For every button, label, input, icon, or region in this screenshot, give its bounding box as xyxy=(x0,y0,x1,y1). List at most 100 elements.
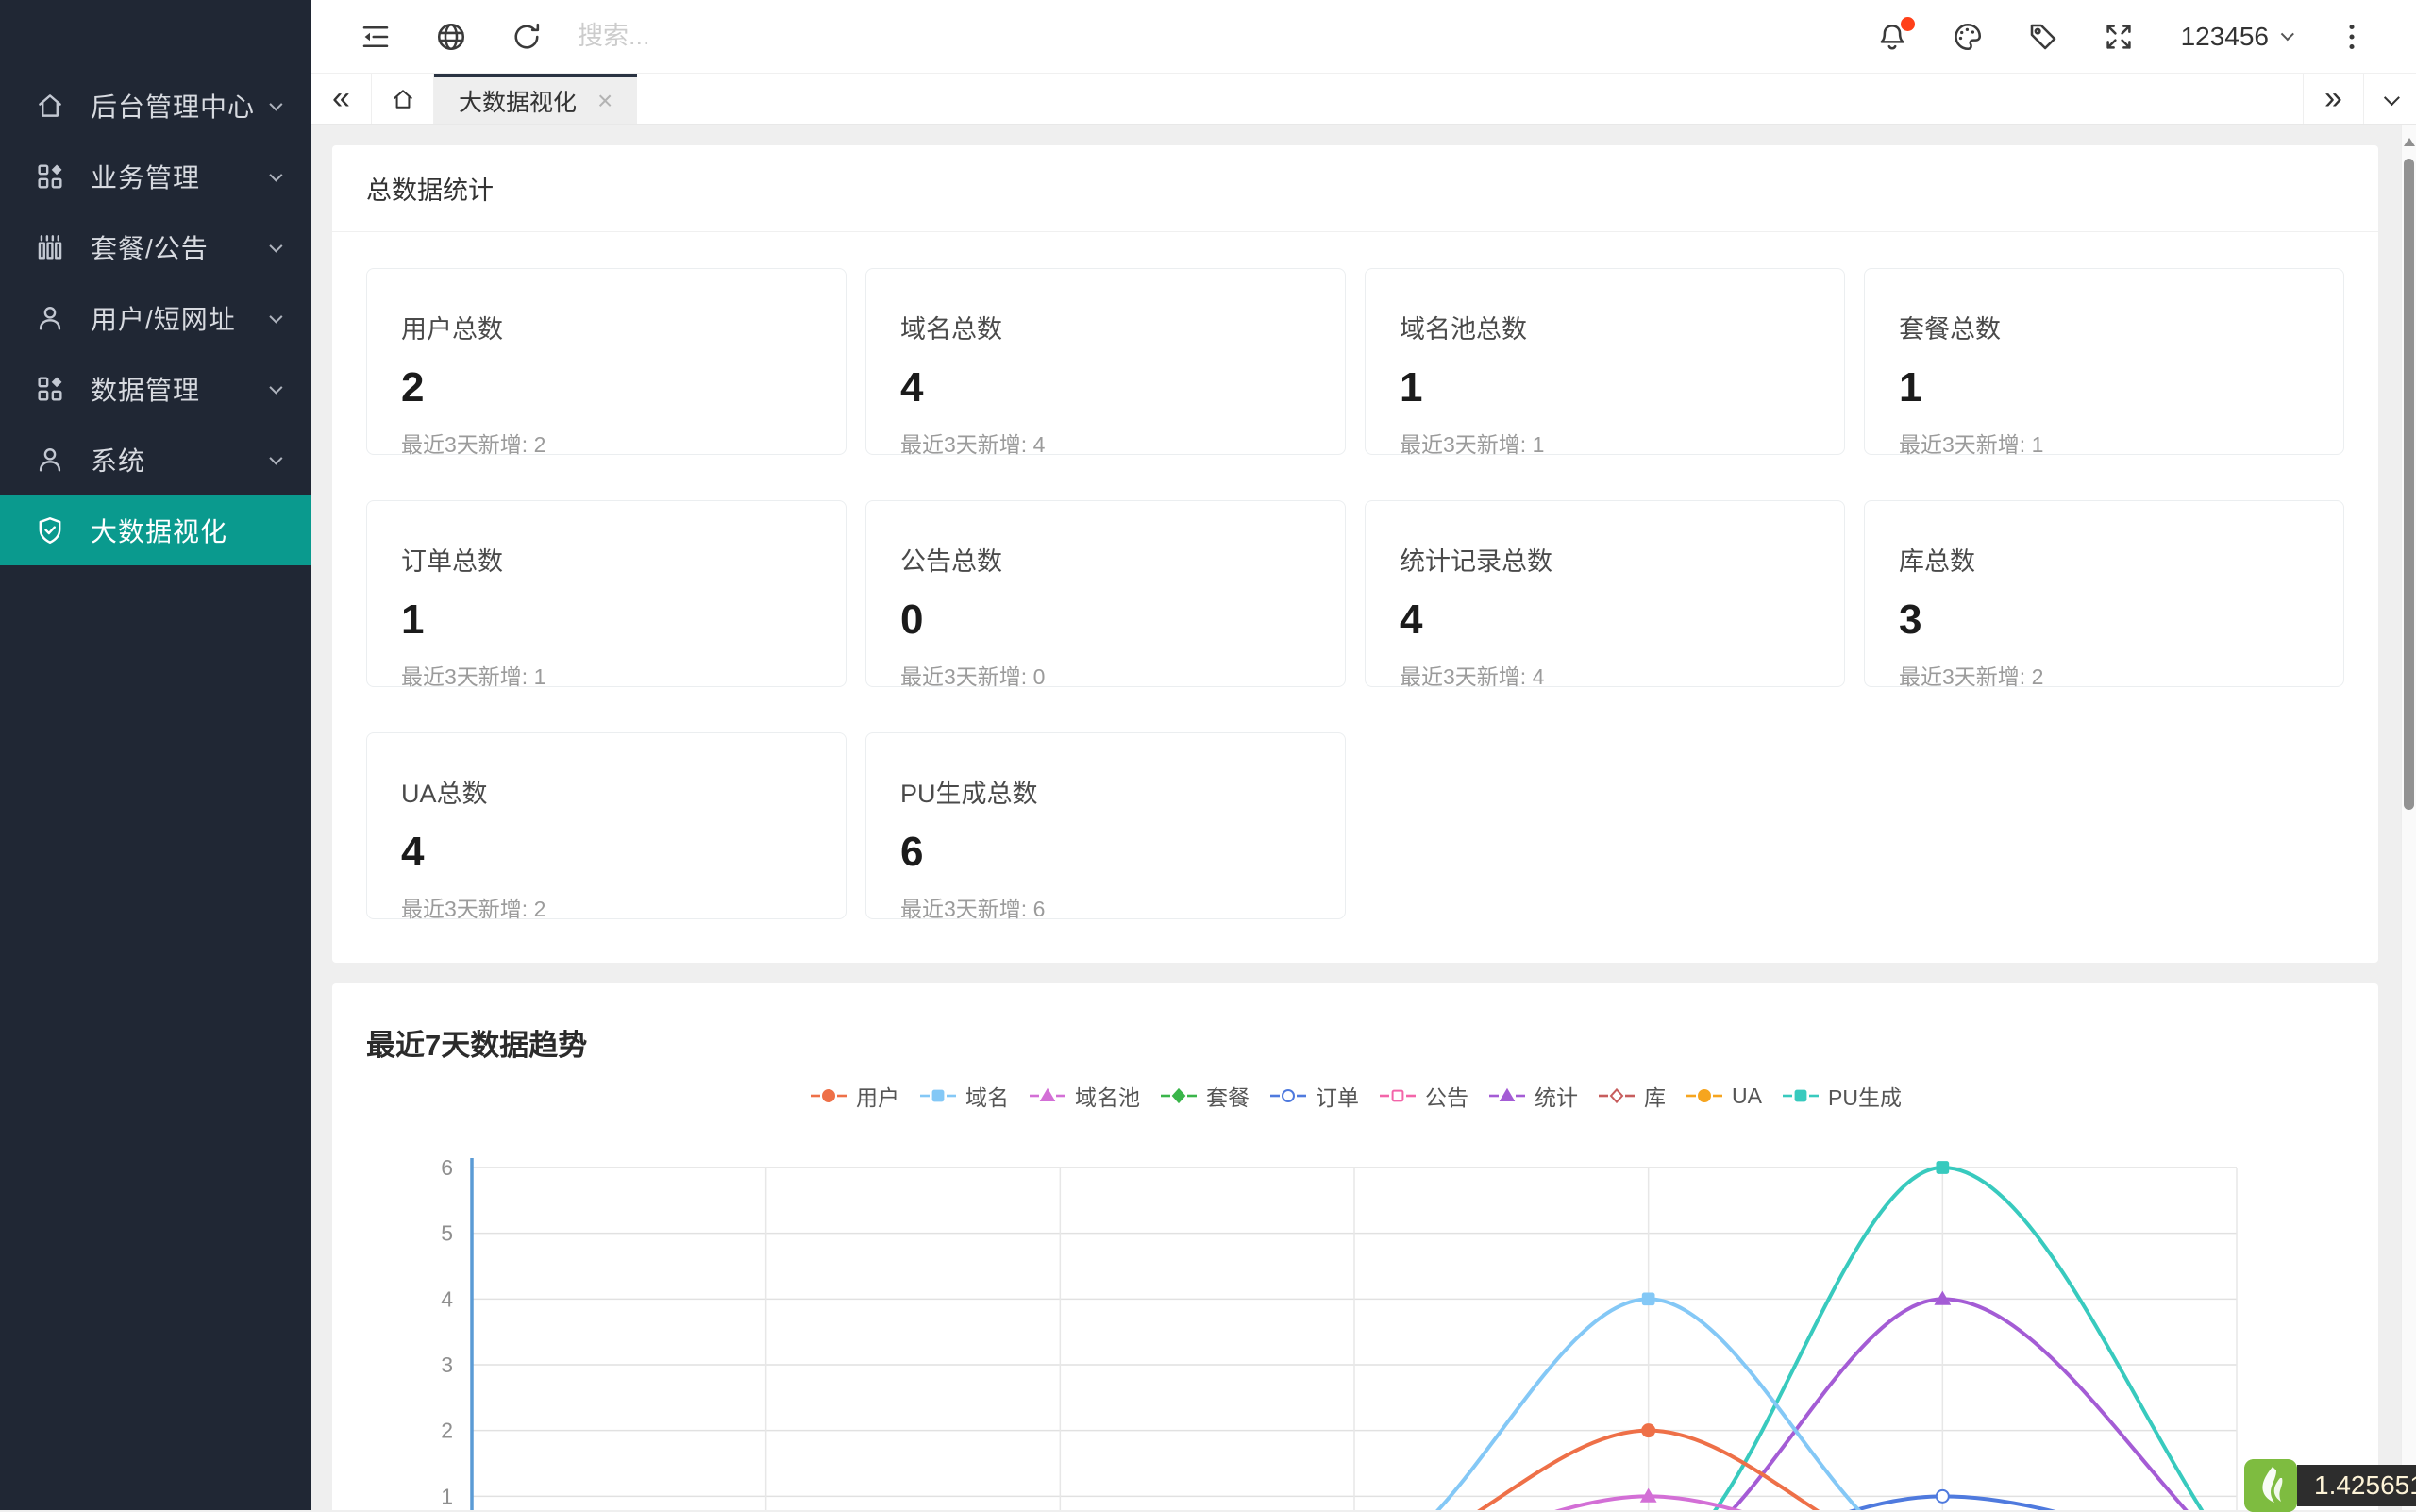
user-menu[interactable]: 123456 xyxy=(2181,22,2290,52)
chevron-down-icon xyxy=(269,451,282,464)
stat-card: 统计记录总数4最近3天新增: 4 xyxy=(1365,500,1845,687)
username: 123456 xyxy=(2181,22,2269,52)
sidebar-item-4[interactable]: 用户/短网址 xyxy=(0,282,311,353)
stat-card-subtext: 最近3天新增: 4 xyxy=(900,427,1311,459)
legend-item-PU生成[interactable]: PU生成 xyxy=(1781,1080,1902,1112)
legend-marker-icon xyxy=(1597,1087,1636,1104)
legend-item-UA[interactable]: UA xyxy=(1685,1084,1762,1109)
palette-icon[interactable] xyxy=(1951,20,1985,54)
columns-icon xyxy=(34,231,66,263)
legend-marker-icon xyxy=(1028,1087,1067,1104)
tab-active[interactable]: 大数据视化 × xyxy=(434,74,637,124)
tabs-scroll-left-button[interactable]: « xyxy=(311,74,372,124)
sidebar-item-6[interactable]: 系统 xyxy=(0,424,311,495)
sidebar-item-label: 大数据视化 xyxy=(91,512,279,549)
stat-card-value: 1 xyxy=(1400,364,1810,412)
sidebar-item-label: 数据管理 xyxy=(91,370,270,408)
legend-item-用户[interactable]: 用户 xyxy=(809,1080,899,1112)
stat-card-value: 3 xyxy=(1899,596,2309,644)
legend-label: 订单 xyxy=(1316,1080,1359,1112)
stat-card-value: 1 xyxy=(401,596,812,644)
stat-card-subtext: 最近3天新增: 2 xyxy=(401,427,812,459)
sidebar-menu: 后台管理中心业务管理套餐/公告用户/短网址数据管理系统大数据视化 xyxy=(0,70,311,565)
stat-card-title: 域名总数 xyxy=(900,309,1311,345)
sidebar-item-3[interactable]: 套餐/公告 xyxy=(0,211,311,282)
user-icon xyxy=(34,444,66,476)
tab-home[interactable] xyxy=(372,74,434,124)
thinkphp-logo-icon[interactable] xyxy=(2244,1459,2297,1512)
svg-text:6: 6 xyxy=(441,1155,453,1180)
legend-marker-icon xyxy=(1487,1087,1527,1104)
refresh-icon[interactable] xyxy=(510,20,544,54)
legend-item-域名[interactable]: 域名 xyxy=(918,1080,1009,1112)
stat-card-subtext: 最近3天新增: 6 xyxy=(900,891,1311,923)
tabbar: « 大数据视化 × » xyxy=(311,74,2416,125)
stat-card: 公告总数0最近3天新增: 0 xyxy=(865,500,1346,687)
legend-marker-icon xyxy=(1268,1087,1308,1104)
user-icon xyxy=(34,302,66,334)
vertical-scrollbar[interactable] xyxy=(2401,125,2416,1510)
topbar-left-icons xyxy=(338,20,564,54)
components-icon xyxy=(34,160,66,193)
sidebar-item-label: 系统 xyxy=(91,441,270,479)
stat-card: 域名池总数1最近3天新增: 1 xyxy=(1365,268,1845,455)
stat-card-subtext: 最近3天新增: 4 xyxy=(1400,659,1810,691)
chevron-down-icon xyxy=(269,97,282,110)
globe-icon[interactable] xyxy=(434,20,468,54)
stat-card-title: 库总数 xyxy=(1899,541,2309,578)
sidebar: 后台管理中心业务管理套餐/公告用户/短网址数据管理系统大数据视化 xyxy=(0,0,311,1510)
sidebar-item-5[interactable]: 数据管理 xyxy=(0,353,311,424)
legend-item-订单[interactable]: 订单 xyxy=(1268,1080,1359,1112)
stat-card: 库总数3最近3天新增: 2 xyxy=(1864,500,2344,687)
stat-card: 用户总数2最近3天新增: 2 xyxy=(366,268,847,455)
notification-badge-dot xyxy=(1901,17,1915,31)
stat-card-title: 统计记录总数 xyxy=(1400,541,1810,578)
stat-card-value: 4 xyxy=(900,364,1311,412)
stat-card-value: 4 xyxy=(401,829,812,876)
sidebar-item-label: 套餐/公告 xyxy=(91,228,270,266)
trend-line-chart: 0123456 xyxy=(366,1134,2344,1510)
legend-item-套餐[interactable]: 套餐 xyxy=(1159,1080,1250,1112)
stat-card-subtext: 最近3天新增: 1 xyxy=(1899,427,2309,459)
stat-card-title: 订单总数 xyxy=(401,541,812,578)
tabs-scroll-right-button[interactable]: » xyxy=(2303,74,2363,124)
tabbar-filler xyxy=(637,74,2303,124)
tag-icon[interactable] xyxy=(2026,20,2060,54)
legend-item-域名池[interactable]: 域名池 xyxy=(1028,1080,1140,1112)
stat-card-title: 用户总数 xyxy=(401,309,812,345)
scrollbar-thumb[interactable] xyxy=(2404,159,2414,810)
stat-card: 套餐总数1最近3天新增: 1 xyxy=(1864,268,2344,455)
legend-label: 套餐 xyxy=(1206,1080,1250,1112)
sidebar-item-7[interactable]: 大数据视化 xyxy=(0,495,311,565)
collapse-icon[interactable] xyxy=(359,20,393,54)
tab-label: 大数据视化 xyxy=(459,84,577,118)
close-icon[interactable]: × xyxy=(597,88,612,114)
stat-card-subtext: 最近3天新增: 1 xyxy=(1400,427,1810,459)
sidebar-item-1[interactable]: 后台管理中心 xyxy=(0,70,311,141)
svg-text:1: 1 xyxy=(441,1484,453,1508)
legend-item-库[interactable]: 库 xyxy=(1597,1080,1666,1112)
stat-card-subtext: 最近3天新增: 0 xyxy=(900,659,1311,691)
legend-label: UA xyxy=(1732,1084,1762,1109)
debug-time-badge: 1.425651s xyxy=(2297,1465,2416,1506)
chart-legend: 用户域名域名池 套餐 订单 公告统计 库 UA PU生成 xyxy=(332,1080,2378,1112)
bell-icon[interactable] xyxy=(1875,20,1909,54)
stat-card-value: 4 xyxy=(1400,596,1810,644)
sidebar-item-2[interactable]: 业务管理 xyxy=(0,141,311,211)
stat-card-subtext: 最近3天新增: 2 xyxy=(1899,659,2309,691)
legend-label: 公告 xyxy=(1425,1080,1468,1112)
tabs-dropdown-button[interactable] xyxy=(2363,74,2416,124)
sidebar-item-label: 业务管理 xyxy=(91,158,270,195)
legend-item-统计[interactable]: 统计 xyxy=(1487,1080,1578,1112)
stat-card-title: 套餐总数 xyxy=(1899,309,2309,345)
chevron-down-icon xyxy=(2281,27,2294,41)
search-input[interactable] xyxy=(578,22,974,51)
legend-item-公告[interactable]: 公告 xyxy=(1378,1080,1468,1112)
debug-toolbar[interactable]: 1.425651s xyxy=(2244,1459,2416,1512)
fullscreen-icon[interactable] xyxy=(2102,20,2136,54)
legend-label: 库 xyxy=(1644,1080,1666,1112)
scroll-up-arrow-icon[interactable] xyxy=(2404,138,2415,146)
svg-text:2: 2 xyxy=(441,1419,453,1443)
kebab-menu-icon[interactable] xyxy=(2335,20,2369,54)
chevron-down-icon xyxy=(269,168,282,181)
